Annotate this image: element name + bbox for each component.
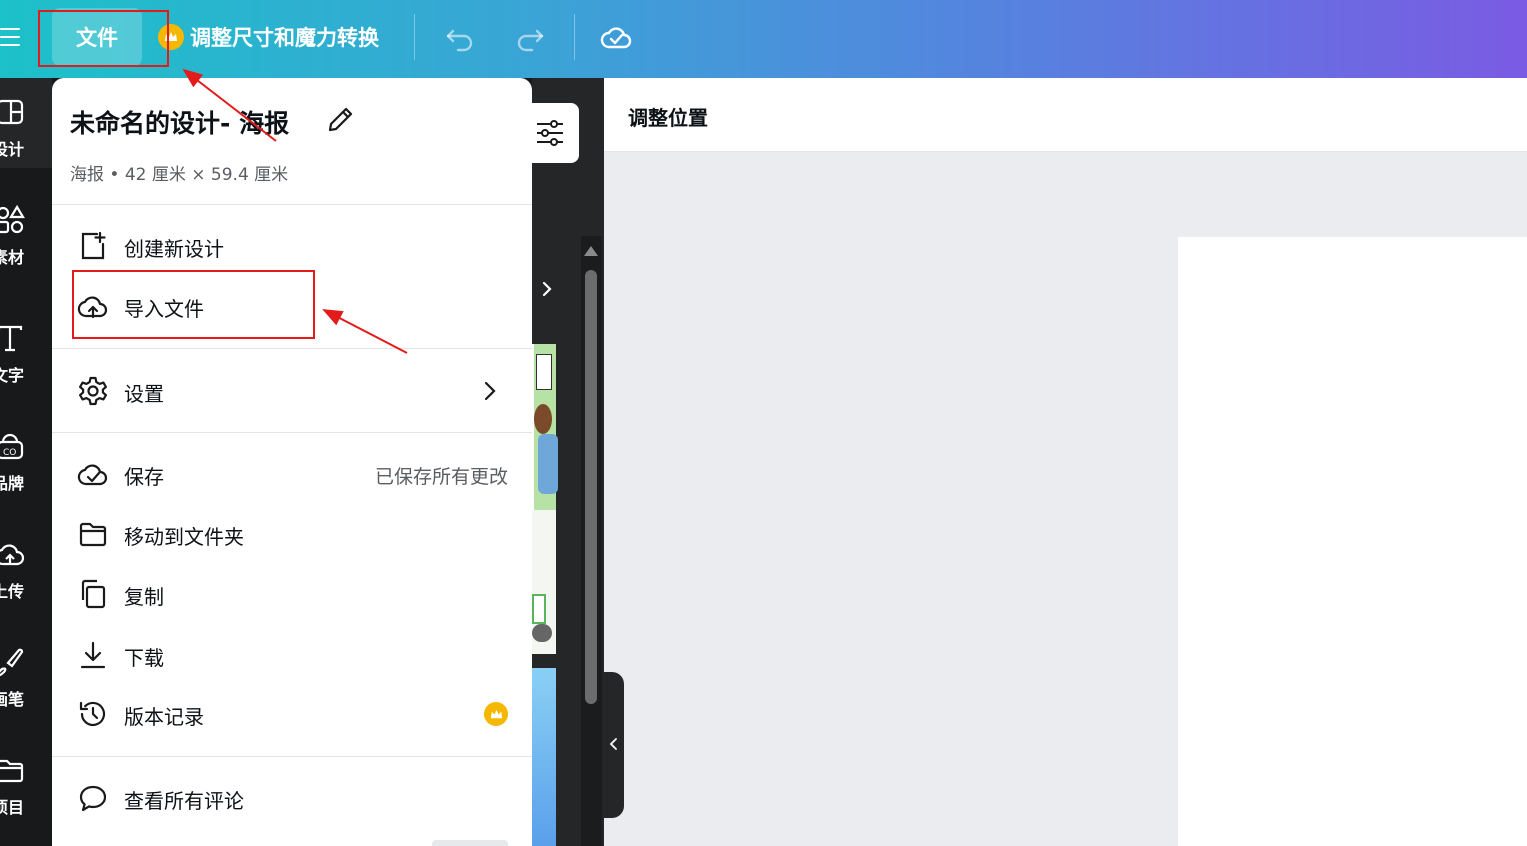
create-design-item[interactable]: 创建新设计 [52, 220, 532, 272]
settings-item[interactable]: 设置 [52, 365, 532, 417]
folder-icon [0, 759, 24, 783]
svg-text:CO: CO [3, 448, 16, 458]
menu-item-label: 下载 [124, 646, 164, 670]
shapes-icon [0, 204, 25, 234]
rail-item-text[interactable]: 文字 [0, 304, 52, 394]
annotation-box-import [72, 270, 315, 339]
divider [52, 432, 532, 433]
rail-label: 设计 [0, 140, 25, 159]
rail-item-design[interactable]: 设计 [0, 78, 52, 168]
annotation-box-file [38, 10, 169, 67]
draw-icon [0, 648, 24, 677]
history-icon [77, 698, 109, 730]
gear-icon [77, 375, 109, 407]
menu-icon[interactable] [0, 24, 22, 50]
rail-label: 项目 [0, 798, 25, 817]
toolbar-divider [414, 14, 415, 60]
partial-menu-item [432, 840, 508, 846]
copy-icon [77, 578, 109, 610]
panel-next-button[interactable] [532, 260, 562, 320]
crown-icon [484, 702, 508, 726]
folder-icon [77, 518, 109, 550]
undo-icon[interactable] [443, 20, 477, 54]
template-thumbnail[interactable] [532, 510, 556, 654]
design-dimensions: 海报 • 42 厘米 × 59.4 厘米 [70, 165, 289, 185]
rail-item-projects[interactable]: 项目 [0, 736, 52, 826]
resize-label: 调整尺寸和魔力转换 [190, 26, 379, 50]
divider [52, 756, 532, 757]
cloud-check-icon [77, 458, 109, 490]
rail-label: 品牌 [0, 474, 25, 493]
menu-item-label: 保存 [124, 465, 164, 489]
pencil-icon[interactable] [324, 104, 356, 136]
menu-item-label: 设置 [124, 382, 164, 406]
sliders-icon [537, 120, 563, 146]
brand-icon: CO [0, 433, 24, 460]
menu-item-label: 创建新设计 [124, 237, 224, 261]
comment-icon [77, 782, 109, 814]
move-to-folder-item[interactable]: 移动到文件夹 [52, 508, 532, 560]
rail-label: 画笔 [0, 690, 25, 709]
chevron-right-icon [542, 281, 552, 297]
editor-header: 调整位置 [604, 78, 1527, 152]
rail-item-brand[interactable]: CO 品牌 [0, 412, 52, 502]
collapse-panel-button[interactable] [604, 672, 624, 818]
top-toolbar: 文件 调整尺寸和魔力转换 [0, 0, 1527, 78]
divider [52, 204, 532, 205]
layout-icon [0, 99, 24, 125]
menu-item-label: 查看所有评论 [124, 789, 244, 813]
template-thumbnail[interactable] [532, 668, 556, 846]
menu-item-label: 版本记录 [124, 705, 204, 729]
download-icon [77, 639, 109, 671]
scrollbar-thumb[interactable] [585, 270, 597, 704]
add-page-icon [77, 230, 109, 262]
copy-item[interactable]: 复制 [52, 568, 532, 620]
download-item[interactable]: 下载 [52, 629, 532, 681]
save-status: 已保存所有更改 [374, 466, 508, 488]
editor-title: 调整位置 [628, 106, 708, 130]
file-menu: 未命名的设计- 海报 海报 • 42 厘米 × 59.4 厘米 创建新设计 导入… [52, 78, 532, 846]
toolbar-divider [574, 14, 575, 60]
rail-label: 素材 [0, 248, 25, 267]
rail-label: 上传 [0, 582, 25, 601]
redo-icon[interactable] [513, 20, 547, 54]
cloud-upload-icon [0, 544, 25, 566]
save-item[interactable]: 保存 已保存所有更改 [52, 448, 532, 500]
menu-item-label: 移动到文件夹 [124, 525, 244, 549]
cloud-saved-icon[interactable] [599, 20, 633, 54]
chevron-left-icon [609, 738, 617, 750]
design-page[interactable] [1178, 237, 1527, 846]
scroll-up-arrow[interactable] [584, 246, 598, 256]
view-comments-item[interactable]: 查看所有评论 [52, 772, 532, 824]
chevron-right-icon [484, 381, 496, 401]
menu-item-label: 复制 [124, 585, 164, 609]
version-history-item[interactable]: 版本记录 [52, 688, 532, 740]
divider [52, 348, 532, 349]
resize-button[interactable]: 调整尺寸和魔力转换 [158, 22, 379, 52]
rail-item-draw[interactable]: 画笔 [0, 628, 52, 718]
design-title[interactable]: 未命名的设计- 海报 [70, 104, 289, 140]
text-icon [0, 325, 23, 352]
rail-item-elements[interactable]: 素材 [0, 186, 52, 276]
rail-label: 文字 [0, 366, 25, 385]
template-thumbnail[interactable] [532, 344, 558, 510]
rail-item-upload[interactable]: 上传 [0, 520, 52, 610]
side-rail: 设计 素材 文字 CO 品牌 上传 画笔 项目 [0, 78, 52, 846]
